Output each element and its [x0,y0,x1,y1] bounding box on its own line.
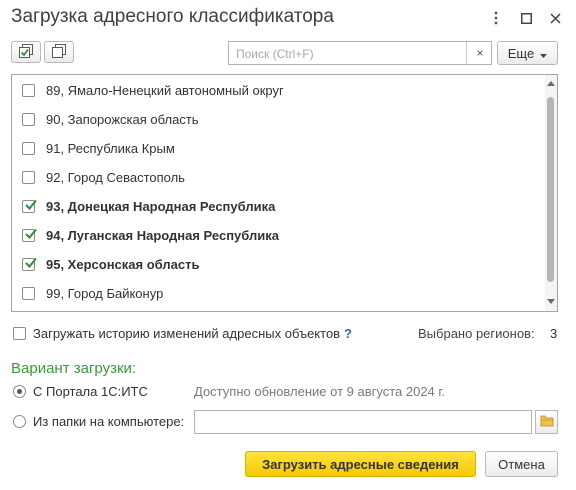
history-label: Загружать историю изменений адресных объ… [33,326,341,341]
checkmark-icon [25,228,37,239]
history-checkbox[interactable] [13,327,26,340]
folder-radio[interactable] [13,415,26,428]
close-icon[interactable] [545,8,565,28]
help-icon[interactable]: ? [344,326,352,341]
more-button-label: Еще [507,45,535,61]
region-label: 95, Херсонская область [46,257,200,272]
list-item[interactable]: 91, Республика Крым [12,134,542,163]
list-item[interactable]: 94, Луганская Народная Республика [12,221,542,250]
uncheck-all-icon [51,43,67,62]
region-label: 93, Донецкая Народная Республика [46,199,276,214]
region-checkbox[interactable] [22,113,35,126]
region-list[interactable]: 89, Ямало-Ненецкий автономный округ 90, … [11,74,558,312]
cancel-button[interactable]: Отмена [485,451,558,477]
search-clear-button[interactable]: × [466,42,493,64]
region-checkbox[interactable] [22,257,37,271]
list-scrollbar[interactable] [545,75,557,311]
maximize-icon[interactable] [516,8,536,28]
scroll-up-icon[interactable] [547,81,555,86]
scroll-thumb[interactable] [547,97,554,282]
list-item[interactable]: 95, Херсонская область [12,250,542,279]
more-button[interactable]: Еще [497,41,558,65]
list-item[interactable]: 90, Запорожская область [12,105,542,134]
check-all-icon [18,43,34,62]
uncheck-all-button[interactable] [44,41,74,63]
checkmark-icon [25,199,37,210]
folder-label[interactable]: Из папки на компьютере: [33,414,184,429]
region-checkbox[interactable] [22,84,35,97]
region-label: 92, Город Севастополь [46,170,185,185]
region-checkbox[interactable] [22,171,35,184]
region-label: 90, Запорожская область [46,112,199,127]
selected-count-value: 3 [550,326,558,341]
variant-title: Вариант загрузки: [11,360,137,377]
region-checkbox[interactable] [22,287,35,300]
check-all-button[interactable] [11,41,41,63]
search-input[interactable] [234,45,466,63]
list-item[interactable]: 92, Город Севастополь [12,163,542,192]
selected-count-label: Выбрано регионов: [418,326,535,341]
region-label: 99, Город Байконур [46,286,164,301]
folder-icon [540,414,554,430]
dialog-title: Загрузка адресного классификатора [11,6,334,27]
browse-folder-button[interactable] [535,410,558,434]
list-item[interactable]: 89, Ямало-Ненецкий автономный округ [12,76,542,105]
region-checkbox[interactable] [22,199,37,213]
list-item[interactable]: 99, Город Байконур [12,279,542,308]
load-address-data-button[interactable]: Загрузить адресные сведения [245,451,476,477]
scroll-down-icon[interactable] [547,299,555,304]
caret-down-icon [540,46,548,61]
update-note: Доступно обновление от 9 августа 2024 г. [194,384,446,399]
more-vertical-icon[interactable] [486,8,506,28]
region-label: 89, Ямало-Ненецкий автономный округ [46,83,284,98]
folder-path-input[interactable] [194,410,532,434]
region-label: 91, Республика Крым [46,141,175,156]
search-field[interactable]: × [228,41,492,65]
region-label: 94, Луганская Народная Республика [46,228,279,243]
portal-label[interactable]: С Портала 1С:ИТС [33,384,148,399]
region-checkbox[interactable] [22,142,35,155]
portal-radio[interactable] [13,385,26,398]
region-checkbox[interactable] [22,228,37,242]
list-item[interactable]: 93, Донецкая Народная Республика [12,192,542,221]
checkmark-icon [25,257,37,268]
